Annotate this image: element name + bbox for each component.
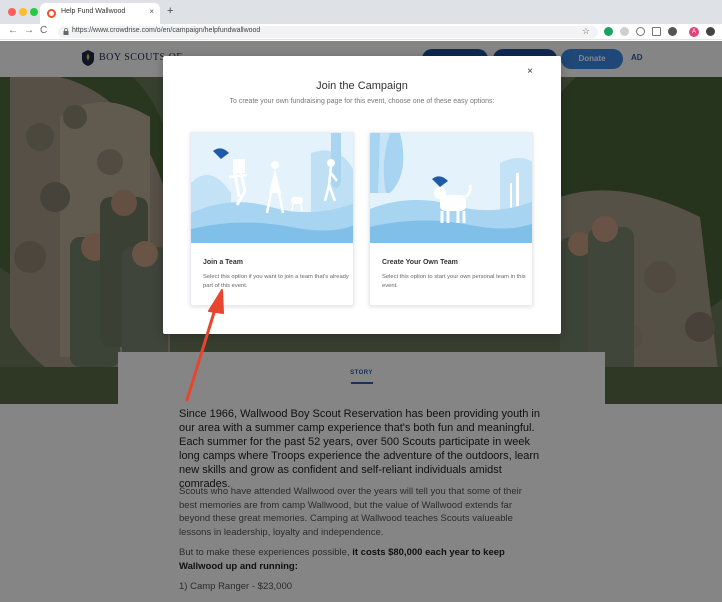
tab-close-icon[interactable]: × (149, 7, 154, 16)
maximize-window-button[interactable] (30, 8, 38, 16)
join-campaign-modal: × Join the Campaign To create your own f… (163, 56, 561, 334)
forward-button[interactable]: → (24, 25, 34, 36)
evernote-extension-icon[interactable] (604, 27, 613, 36)
tab-title: Help Fund Wallwood (61, 8, 126, 15)
people-walking-illustration (191, 133, 353, 243)
close-window-button[interactable] (8, 8, 16, 16)
bookmark-star-icon[interactable]: ☆ (582, 26, 590, 37)
dog-park-illustration (370, 133, 532, 243)
new-tab-button[interactable]: + (167, 5, 173, 17)
create-team-illustration (370, 133, 532, 243)
lock-icon (63, 28, 69, 35)
modal-subtitle: To create your own fundraising page for … (229, 98, 495, 105)
extension-icon[interactable] (620, 27, 629, 36)
create-team-description: Select this option to start your own per… (382, 274, 526, 289)
modal-title: Join the Campaign (316, 80, 408, 92)
browser-menu-icon[interactable] (706, 27, 715, 36)
join-team-description: Select this option if you want to join a… (203, 274, 349, 289)
extension-icon[interactable] (668, 27, 677, 36)
minimize-window-button[interactable] (19, 8, 27, 16)
join-team-title: Join a Team (203, 259, 243, 266)
back-button[interactable]: ← (8, 25, 18, 36)
join-team-illustration (191, 133, 353, 243)
browser-tab-bar: Help Fund Wallwood × + (0, 0, 722, 24)
screenshot-extension-icon[interactable] (652, 27, 661, 36)
reload-button[interactable]: C (40, 25, 47, 36)
create-team-option[interactable]: Create Your Own Team Select this option … (369, 132, 533, 306)
crowdrise-favicon-icon (47, 9, 56, 18)
join-team-option[interactable]: Join a Team Select this option if you wa… (190, 132, 354, 306)
url-text: https://www.crowdrise.com/o/en/campaign/… (72, 27, 261, 34)
browser-tab[interactable]: Help Fund Wallwood × (40, 3, 160, 24)
extension-icon[interactable] (636, 27, 645, 36)
create-team-title: Create Your Own Team (382, 259, 458, 266)
close-icon[interactable]: × (527, 66, 533, 77)
address-bar[interactable]: https://www.crowdrise.com/o/en/campaign/… (58, 26, 598, 38)
profile-avatar[interactable]: A (689, 27, 699, 37)
browser-toolbar: ← → C https://www.crowdrise.com/o/en/cam… (0, 24, 722, 40)
